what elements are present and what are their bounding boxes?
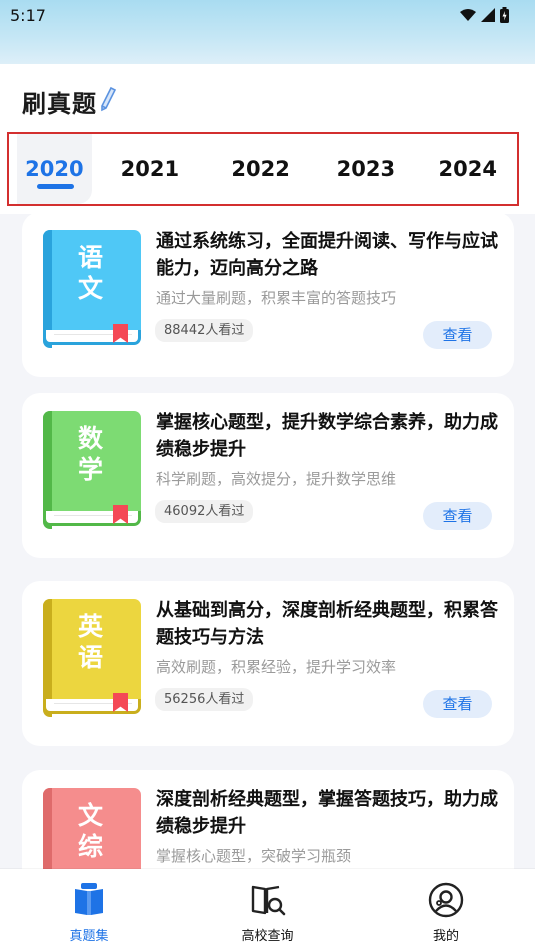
year-tab-2022[interactable]: 2022: [208, 134, 313, 204]
year-tab-2024[interactable]: 2024: [419, 134, 517, 204]
card-title: 从基础到高分，深度剖析经典题型，积累答题技巧与方法: [156, 600, 498, 648]
subject-card-math[interactable]: 数学 掌握核心题型，提升数学综合素养，助力成绩稳步提升 科学刷题，高效提分，提升…: [22, 393, 514, 558]
book-label: 英语: [77, 612, 104, 672]
nav-label: 真题集: [69, 929, 109, 944]
subject-card-chinese[interactable]: 语文 通过系统练习，全面提升阅读、写作与应试能力，迈向高分之路 通过大量刷题，积…: [22, 214, 514, 377]
year-tabs: 2020 2021 2022 2023 2024: [7, 132, 519, 206]
status-time: 5:17: [10, 5, 46, 25]
year-tab-label: 2023: [336, 157, 396, 181]
year-tab-2020[interactable]: 2020: [17, 134, 92, 204]
card-title: 通过系统练习，全面提升阅读、写作与应试能力，迈向高分之路: [156, 231, 498, 279]
chinese-book-icon: 语文: [43, 230, 141, 348]
math-book-icon: 数学: [43, 411, 141, 529]
view-count-badge: 88442人看过: [155, 319, 254, 342]
subject-list: 语文 通过系统练习，全面提升阅读、写作与应试能力，迈向高分之路 通过大量刷题，积…: [0, 214, 535, 869]
card-description: 掌握核心题型，突破学习瓶颈: [156, 847, 352, 865]
page-title: 刷真题: [22, 90, 97, 118]
status-icons: [460, 7, 509, 23]
status-bar: 5:17: [0, 0, 535, 30]
card-description: 高效刷题，积累经验，提升学习效率: [156, 658, 397, 676]
school-search-icon: [251, 885, 285, 916]
view-button[interactable]: 查看: [423, 502, 492, 530]
year-tab-label: 2024: [438, 157, 497, 181]
liberal-arts-book-icon: 文综: [43, 788, 141, 869]
card-title: 掌握核心题型，提升数学综合素养，助力成绩稳步提升: [156, 412, 498, 460]
book-spine: [43, 788, 52, 869]
year-tab-label: 2021: [120, 157, 180, 181]
view-button[interactable]: 查看: [423, 690, 492, 718]
card-title: 深度剖析经典题型，掌握答题技巧，助力成绩稳步提升: [156, 789, 498, 837]
book-label: 文综: [77, 801, 104, 861]
bottom-navigation: 真题集 高校查询 我的: [0, 869, 535, 951]
nav-label: 我的: [432, 929, 459, 944]
nav-item-profile[interactable]: 我的: [357, 869, 535, 951]
year-tab-label: 2022: [231, 157, 290, 181]
card-description: 通过大量刷题，积累丰富的答题技巧: [156, 289, 397, 307]
wifi-icon: [460, 8, 476, 21]
signal-icon: [481, 8, 495, 22]
book-label: 数学: [77, 424, 104, 484]
view-count-badge: 46092人看过: [155, 500, 254, 523]
subject-card-liberal-arts[interactable]: 文综 深度剖析经典题型，掌握答题技巧，助力成绩稳步提升 掌握核心题型，突破学习瓶…: [22, 770, 514, 869]
view-button[interactable]: 查看: [423, 321, 492, 349]
pencil-icon: [101, 86, 117, 112]
english-book-icon: 英语: [43, 599, 141, 717]
year-tab-2023[interactable]: 2023: [313, 134, 418, 204]
nav-label: 高校查询: [241, 929, 294, 944]
view-count-badge: 56256人看过: [155, 688, 254, 711]
book-label: 语文: [77, 243, 104, 303]
nav-item-question-sets[interactable]: 真题集: [0, 869, 178, 951]
profile-icon: [428, 882, 464, 918]
active-tab-indicator: [37, 184, 74, 189]
book-icon: [75, 883, 103, 915]
subject-card-english[interactable]: 英语 从基础到高分，深度剖析经典题型，积累答题技巧与方法 高效刷题，积累经验，提…: [22, 581, 514, 746]
year-tab-2021[interactable]: 2021: [92, 134, 208, 204]
nav-item-college-search[interactable]: 高校查询: [179, 869, 357, 951]
battery-icon: [500, 7, 509, 23]
year-tab-label: 2020: [25, 157, 84, 181]
card-description: 科学刷题，高效提分，提升数学思维: [156, 470, 397, 488]
